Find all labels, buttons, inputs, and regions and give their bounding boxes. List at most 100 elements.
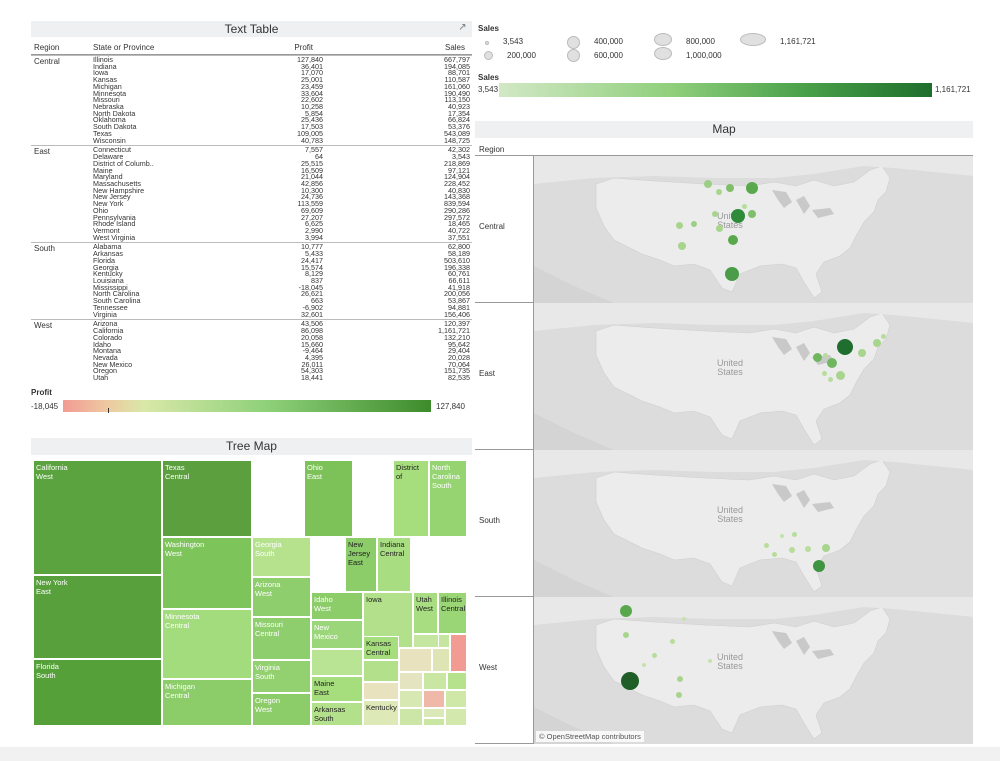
sales-dot[interactable] [822, 544, 830, 552]
tree-map-tile[interactable]: Kentucky [363, 700, 399, 726]
tree-map-tile-unlabeled[interactable] [399, 672, 423, 690]
tree-map-tile-unlabeled[interactable] [450, 634, 467, 672]
sales-dot[interactable] [748, 210, 756, 218]
tree-map-tile[interactable]: Oregon West [252, 693, 311, 726]
sales-dot[interactable] [621, 672, 639, 690]
sales-dot[interactable] [675, 221, 683, 229]
sales-dot[interactable] [704, 180, 712, 188]
sales-dot[interactable] [821, 370, 827, 376]
sales-dot[interactable] [691, 221, 697, 227]
sales-dot[interactable] [669, 638, 675, 644]
tree-map-tile-unlabeled[interactable] [447, 672, 467, 690]
tree-map-tile-unlabeled[interactable] [423, 708, 445, 718]
tree-map-tile-unlabeled[interactable] [399, 648, 432, 672]
sales-dot[interactable] [813, 560, 825, 572]
tree-map-tile-unlabeled[interactable] [445, 690, 467, 708]
table-row[interactable]: Wisconsin 40,783 148,725 [31, 137, 472, 145]
tree-map-tile[interactable]: New Jersey East [345, 537, 377, 592]
tree-map-tile-unlabeled[interactable] [432, 648, 450, 672]
sales-dot[interactable] [728, 235, 738, 245]
tree-map-tile[interactable]: District of [393, 460, 429, 537]
map-row-label[interactable]: West [479, 663, 497, 672]
sales-dot[interactable] [712, 211, 718, 217]
sales-dot[interactable] [805, 546, 811, 552]
sales-dot[interactable] [827, 358, 837, 368]
sales-dot[interactable] [620, 605, 632, 617]
tree-map-tile[interactable]: Arkansas South [311, 702, 363, 726]
tree-map-tile[interactable]: New Mexico [311, 620, 363, 649]
tree-map-tile[interactable]: Texas Central [162, 460, 252, 537]
sales-dot[interactable] [822, 352, 828, 358]
header-region[interactable]: Region [34, 43, 59, 52]
tree-map-tile[interactable]: New York East [33, 575, 162, 659]
sales-dot[interactable] [771, 551, 777, 557]
sales-dot[interactable] [731, 209, 745, 223]
map-panel[interactable]: United States [533, 450, 973, 597]
tree-map-tile[interactable]: Ohio East [304, 460, 353, 537]
sales-dot[interactable] [677, 676, 683, 682]
tree-map-tile[interactable]: Florida South [33, 659, 162, 726]
sales-dot[interactable] [715, 224, 723, 232]
tree-map-tile[interactable]: Minnesota Central [162, 609, 252, 679]
header-profit[interactable]: Profit [294, 43, 313, 52]
sales-dot[interactable] [623, 632, 629, 638]
tree-map-tile[interactable]: Utah West [413, 592, 438, 634]
sales-dot[interactable] [708, 659, 712, 663]
tree-map-tile[interactable]: California West [33, 460, 162, 575]
tree-map-tile-unlabeled[interactable] [363, 660, 399, 682]
sales-dot[interactable] [746, 182, 758, 194]
map-panel[interactable]: United States [533, 597, 973, 744]
tree-map-tile-unlabeled[interactable] [445, 708, 467, 726]
sales-dot[interactable] [682, 617, 686, 621]
sales-dot[interactable] [880, 333, 886, 339]
sales-color-ramp[interactable] [499, 83, 932, 97]
sales-dot[interactable] [827, 376, 833, 382]
sales-dot[interactable] [791, 531, 797, 537]
sales-dot[interactable] [725, 267, 739, 281]
map-row-label[interactable]: Central [479, 222, 505, 231]
tree-map-tile[interactable]: Idaho West [311, 592, 363, 620]
map-row-label[interactable]: East [479, 369, 495, 378]
sales-dot[interactable] [873, 339, 881, 347]
tree-map-tile-unlabeled[interactable] [399, 690, 423, 708]
sales-dot[interactable] [812, 352, 822, 362]
tree-map-tile[interactable]: Indiana Central [377, 537, 411, 592]
tree-map-tile[interactable]: Georgia South [252, 537, 311, 577]
sales-dot[interactable] [678, 242, 686, 250]
sales-dot[interactable] [858, 349, 866, 357]
tree-map-tile-unlabeled[interactable] [363, 682, 399, 700]
header-state[interactable]: State or Province [93, 43, 154, 52]
sales-dot[interactable] [763, 542, 769, 548]
tree-map-tile[interactable]: Maine East [311, 676, 363, 702]
sales-dot[interactable] [835, 370, 845, 380]
tree-map-tile-unlabeled[interactable] [423, 690, 445, 708]
sales-dot[interactable] [651, 652, 657, 658]
sales-dot[interactable] [780, 534, 784, 538]
tree-map-tile[interactable]: Virginia South [252, 660, 311, 693]
tree-map-tile[interactable]: Illinois Central [438, 592, 467, 634]
tree-map-tile-unlabeled[interactable] [399, 708, 423, 726]
table-row[interactable]: West Virginia 3,994 37,551 [31, 234, 472, 242]
tree-map-tile[interactable]: Washington West [162, 537, 252, 609]
sales-dot[interactable] [676, 692, 682, 698]
tree-map-tile-unlabeled[interactable] [423, 718, 445, 726]
sales-dot[interactable] [716, 189, 722, 195]
sales-dot[interactable] [741, 203, 747, 209]
tree-map-tile-unlabeled[interactable] [423, 672, 447, 690]
tree-map-tile[interactable]: North Carolina South [429, 460, 467, 537]
table-row[interactable]: Virginia 32,601 156,406 [31, 311, 472, 319]
map-panel[interactable]: United States [533, 303, 973, 450]
tree-map-tile[interactable]: Kansas Central [363, 636, 399, 660]
tree-map-tile[interactable]: Michigan Central [162, 679, 252, 726]
tree-map-tile[interactable]: Arizona West [252, 577, 311, 617]
popout-icon[interactable]: ↗ [457, 22, 468, 33]
sales-dot[interactable] [642, 663, 646, 667]
osm-attribution[interactable]: © OpenStreetMap contributors [536, 731, 644, 742]
profit-color-ramp[interactable] [63, 400, 431, 412]
sales-dot[interactable] [789, 547, 795, 553]
tree-map-tile-unlabeled[interactable] [311, 649, 363, 676]
tree-map-tile-unlabeled[interactable] [438, 634, 450, 648]
sales-dot[interactable] [726, 184, 734, 192]
header-sales[interactable]: Sales [445, 43, 465, 52]
map-row-label[interactable]: South [479, 516, 500, 525]
